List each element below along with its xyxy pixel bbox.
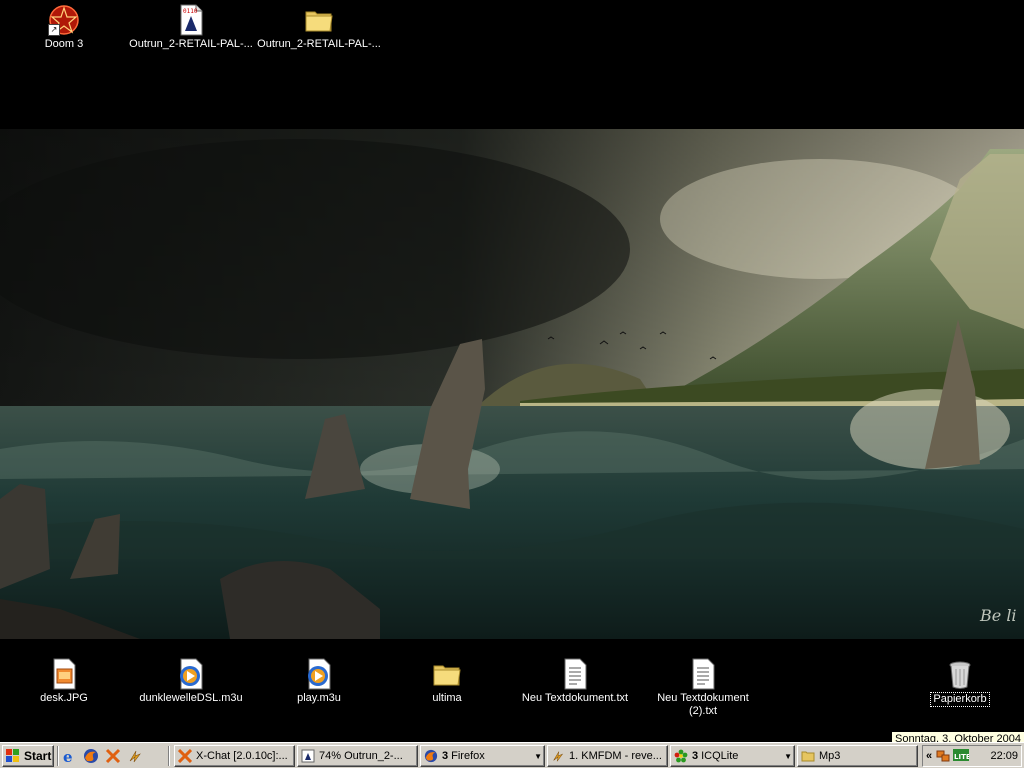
windows-logo-icon	[6, 749, 20, 763]
desktop-icon-textdoc-1[interactable]: Neu Textdokument.txt	[511, 656, 639, 705]
desktop-icon-outrun-folder[interactable]: Outrun_2-RETAIL-PAL-...	[255, 2, 383, 51]
desktop-icon-label: Doom 3	[44, 38, 84, 50]
svg-text:LITE: LITE	[954, 753, 969, 761]
dropdown-arrow-icon: ▼	[534, 752, 542, 761]
text-file-icon	[559, 658, 591, 690]
taskbar-group-firefox[interactable]: 3 Firefox ▼	[420, 745, 545, 767]
desktop-icon-label: play.m3u	[297, 692, 341, 704]
winamp-icon[interactable]	[126, 747, 144, 765]
folder-icon	[801, 749, 815, 763]
system-tray: « LITE 22:09	[922, 745, 1022, 767]
taskbar-button-label: ICQLite	[701, 750, 739, 762]
folder-icon	[303, 4, 335, 36]
playlist-file-icon	[303, 658, 335, 690]
playlist-file-icon	[175, 658, 207, 690]
desktop-icon-label: Outrun_2-RETAIL-PAL-...	[129, 38, 253, 50]
desktop-icon-doom3[interactable]: ↗ Doom 3	[0, 2, 128, 51]
taskbar-button-xchat[interactable]: X-Chat [2.0.10c]:...	[174, 745, 295, 767]
desktop-icon-label: desk.JPG	[40, 692, 88, 704]
shortcut-arrow-icon: ↗	[48, 24, 60, 36]
desktop-icon-label: ultima	[432, 692, 462, 704]
desktop-icon-label: dunklewelleDSL.m3u	[139, 692, 243, 704]
taskbar-button-download[interactable]: 74% Outrun_2-...	[297, 745, 418, 767]
clock[interactable]: 22:09	[990, 750, 1018, 762]
folder-icon	[431, 658, 463, 690]
svg-text:0110: 0110	[183, 8, 198, 15]
jpg-file-icon	[48, 658, 80, 690]
desktop-icon-dunklewelle[interactable]: dunklewelleDSL.m3u	[127, 656, 255, 705]
xchat-icon[interactable]	[104, 747, 122, 765]
group-count: 3	[692, 750, 699, 762]
desktop-icon-label: Outrun_2-RETAIL-PAL-...	[257, 38, 381, 50]
desktop[interactable]: ↗ Doom 3 0110 Outrun_2-RETAIL-PAL-... Ou…	[0, 0, 1024, 742]
taskbar-button-label: 74% Outrun_2-...	[319, 750, 403, 762]
desktop-icon-label: Neu Textdokument.txt	[521, 692, 629, 704]
taskbar-button-label: Mp3	[819, 750, 841, 762]
wallpaper: Be li	[0, 129, 1024, 639]
wallpaper-signature: Be li	[979, 606, 1017, 625]
desktop-icon-label: Papierkorb	[930, 692, 990, 707]
taskbar-button-label: X-Chat [2.0.10c]:...	[196, 750, 288, 762]
desktop-icon-ultima[interactable]: ultima	[383, 656, 511, 705]
desktop-icon-label: Neu Textdokument (2).txt	[657, 692, 749, 717]
network-icon[interactable]	[936, 748, 950, 765]
icq-flower-icon	[674, 749, 688, 763]
winamp-icon	[551, 749, 565, 763]
desktop-icon-outrun-file[interactable]: 0110 Outrun_2-RETAIL-PAL-...	[127, 2, 255, 51]
desktop-icon-desk-jpg[interactable]: desk.JPG	[0, 656, 128, 705]
start-label: Start	[24, 749, 52, 763]
firefox-icon	[424, 749, 438, 763]
dropdown-arrow-icon: ▼	[784, 752, 792, 761]
taskbar-button-mp3[interactable]: Mp3	[797, 745, 918, 767]
recycle-bin-icon	[944, 658, 976, 690]
download-icon	[301, 749, 315, 763]
text-file-icon	[687, 658, 719, 690]
taskbar-button-label: Firefox	[451, 750, 485, 762]
taskbar-group-icqlite[interactable]: 3 ICQLite ▼	[670, 745, 795, 767]
tray-chevron[interactable]: «	[926, 750, 932, 762]
doom3-shortcut-icon: ↗	[48, 4, 80, 36]
taskbar: Start e X-Chat [2.0.10c]:... 74% Outrun_…	[0, 742, 1024, 768]
file-icon: 0110	[175, 4, 207, 36]
internet-explorer-icon[interactable]: e	[60, 747, 78, 765]
desktop-icon-textdoc-2[interactable]: Neu Textdokument (2).txt	[639, 656, 767, 718]
group-count: 3	[442, 750, 449, 762]
taskbar-button-label: 1. KMFDM - reve...	[569, 750, 662, 762]
quick-launch: e	[58, 745, 146, 767]
firefox-icon[interactable]	[82, 747, 100, 765]
taskbar-separator	[168, 746, 170, 766]
taskbar-button-winamp[interactable]: 1. KMFDM - reve...	[547, 745, 668, 767]
xchat-icon	[178, 749, 192, 763]
lite-icon[interactable]: LITE	[953, 748, 971, 765]
desktop-icon-recycle-bin[interactable]: Papierkorb	[896, 656, 1024, 707]
desktop-icon-play-m3u[interactable]: play.m3u	[255, 656, 383, 705]
svg-text:e: e	[63, 748, 73, 764]
start-button[interactable]: Start	[2, 745, 54, 767]
